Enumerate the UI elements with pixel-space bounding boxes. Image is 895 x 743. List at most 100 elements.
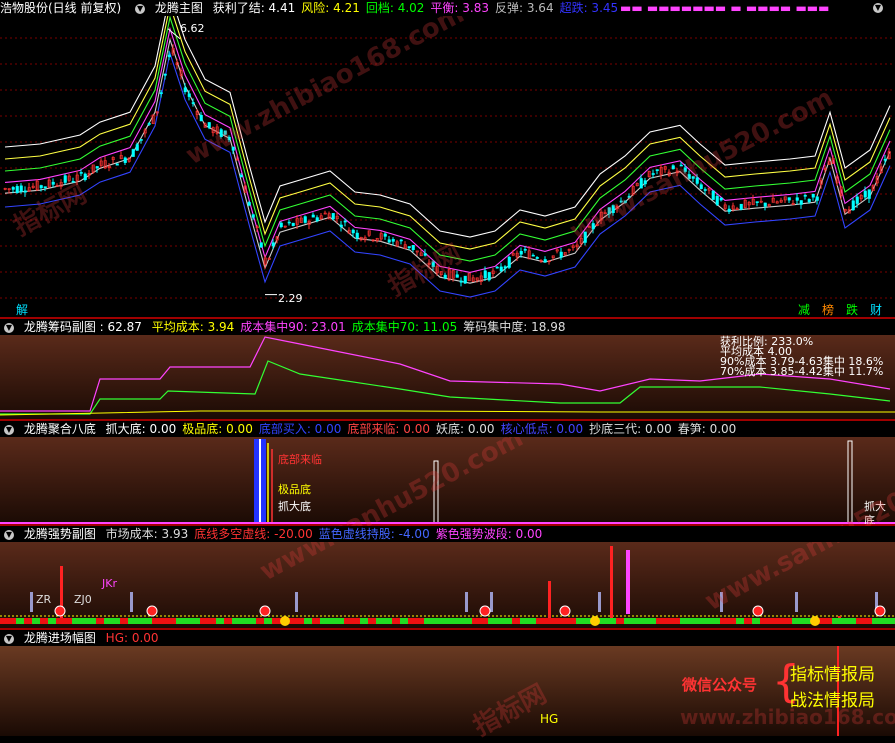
chip-panel[interactable]: ▼ 龙腾筹码副图 : 62.87 平均成本: 3.94 成本集中90: 23.01… [0, 319, 895, 420]
strong-item: 蓝色虚线持股: -4.00 [318, 527, 430, 541]
strong-base-segment [112, 618, 120, 624]
chevron-down-icon[interactable]: ▼ [4, 529, 14, 540]
eight-bottom-panel[interactable]: ▼ 龙腾聚合八底 抓大底: 0.00 极品底: 0.00 底部买入: 0.00 底部来… [0, 421, 895, 525]
main-indicator-name[interactable]: 龙腾主图 [155, 1, 203, 15]
eight-item: 底部买入: 0.00 [258, 422, 342, 436]
candle-body [159, 92, 163, 94]
tag-right-item[interactable]: 财 [870, 303, 882, 317]
candle-body [863, 190, 867, 198]
strong-red-spike [610, 546, 613, 618]
brand-line-1: 指标情报局 [790, 665, 875, 685]
strong-base-segment [120, 618, 128, 624]
strong-panel[interactable]: ▼ 龙腾强势副图 市场成本: 3.93 底线多空虚线: -20.00 蓝色虚线持股:… [0, 526, 895, 629]
candle-body [455, 274, 459, 278]
strong-base-segment [256, 618, 264, 624]
candle-body [487, 272, 491, 281]
strong-base-segment [304, 618, 312, 624]
high-price-label: 6.62 [180, 22, 205, 35]
entry-panel[interactable]: ▼ 龙腾进场幅图 HG: 0.00 HG 微信公众号 { 指标情报局 战法情报局 [0, 630, 895, 736]
strong-base-segment [784, 618, 792, 624]
eight-indicator-name[interactable]: 龙腾聚合八底 [24, 422, 96, 436]
candle-body [683, 167, 687, 172]
strong-header: ▼ 龙腾强势副图 市场成本: 3.93 底线多空虚线: -20.00 蓝色虚线持股:… [0, 526, 895, 542]
eight-header: ▼ 龙腾聚合八底 抓大底: 0.00 极品底: 0.00 底部买入: 0.00 底部来… [0, 421, 895, 437]
main-chart-panel[interactable]: 浩物股份(日线 前复权) ▼ 龙腾主图 获利了结: 4.41 风险: 4.21 回档… [0, 0, 895, 318]
candle-body [15, 186, 19, 193]
tag-right-item[interactable]: 跌 [846, 303, 858, 317]
strong-base-segment [208, 618, 216, 624]
candle-body [191, 102, 195, 104]
chevron-down-icon[interactable]: ▼ [135, 3, 146, 14]
candle-body [799, 200, 803, 205]
strong-base-segment [240, 618, 248, 624]
candle-body [19, 185, 23, 192]
strong-base-segment [624, 618, 632, 624]
strong-grey-tick [795, 592, 798, 612]
chevron-down-icon[interactable]: ▼ [4, 424, 14, 435]
candle-body [523, 249, 527, 251]
strong-base-segment [608, 618, 616, 624]
candle-body [247, 202, 251, 206]
candle-body [807, 198, 811, 203]
chip-indicator-name[interactable]: 龙腾筹码副图 [24, 320, 96, 334]
brand-line-2: 战法情报局 [790, 691, 875, 711]
tag-right-item[interactable]: 减 [798, 303, 810, 317]
candle-body [279, 222, 283, 228]
strong-base-segment [488, 618, 496, 624]
strong-base-segment [8, 618, 16, 624]
candle-body [11, 187, 15, 190]
close-panel-icon[interactable]: ▼ [873, 3, 883, 13]
strong-grey-tick [720, 592, 723, 612]
strong-base-segment [536, 618, 544, 624]
chevron-down-icon[interactable]: ▼ [4, 633, 14, 644]
strong-grey-tick [30, 592, 33, 612]
strong-base-segment [176, 618, 184, 624]
strong-base-segment [672, 618, 680, 624]
candle-body [619, 200, 623, 203]
candle-body [95, 166, 99, 169]
strong-base-segment [336, 618, 344, 624]
eight-item: 极品底: 0.00 [182, 422, 253, 436]
strong-base-segment [192, 618, 200, 624]
stock-name: 浩物股份(日线 前复权) [0, 1, 122, 15]
main-dotted-marker: ▬▬ ▬▬▬▬▬▬▬ ▬ ▬▬▬▬ ▬▬▬ [620, 1, 830, 15]
strong-base-segment [792, 618, 800, 624]
candle-body [695, 177, 699, 184]
candle-body [187, 93, 191, 97]
strong-red-spike [548, 581, 551, 618]
strong-grey-tick [465, 592, 468, 612]
strong-base-segment [16, 618, 24, 624]
strong-base-segment [648, 618, 656, 624]
candle-body [131, 149, 135, 157]
marker-big-bottom-right: 抓大底 [864, 500, 886, 525]
candle-body [591, 223, 595, 230]
main-price-chart[interactable] [0, 0, 895, 318]
strong-base-segment [392, 618, 400, 624]
candle-body [531, 254, 535, 257]
tag-left[interactable]: 解 [16, 301, 28, 318]
strong-yellow-circle [810, 616, 820, 626]
strong-base-segment [328, 618, 336, 624]
strong-indicator-name[interactable]: 龙腾强势副图 [24, 527, 96, 541]
strong-base-segment [512, 618, 520, 624]
strong-base-segment [768, 618, 776, 624]
candle-body [715, 195, 719, 205]
strong-base-segment [272, 618, 280, 624]
strong-yellow-circle [280, 616, 290, 626]
candle-body [407, 246, 411, 249]
strong-base-segment [720, 618, 728, 624]
strong-base-segment [136, 618, 144, 624]
candle-body [83, 173, 87, 181]
candle-body [815, 196, 819, 201]
tag-right-item[interactable]: 榜 [822, 303, 834, 317]
chip-header: ▼ 龙腾筹码副图 : 62.87 平均成本: 3.94 成本集中90: 23.01… [0, 319, 895, 335]
candle-body [423, 253, 427, 256]
entry-indicator-name[interactable]: 龙腾进场幅图 [24, 631, 96, 645]
strong-base-segment [88, 618, 96, 624]
candle-body [719, 197, 723, 201]
candle-body [803, 194, 807, 197]
candle-body [183, 87, 187, 93]
strong-yellow-circle [590, 616, 600, 626]
chevron-down-icon[interactable]: ▼ [4, 322, 14, 333]
strong-base-segment [528, 618, 536, 624]
